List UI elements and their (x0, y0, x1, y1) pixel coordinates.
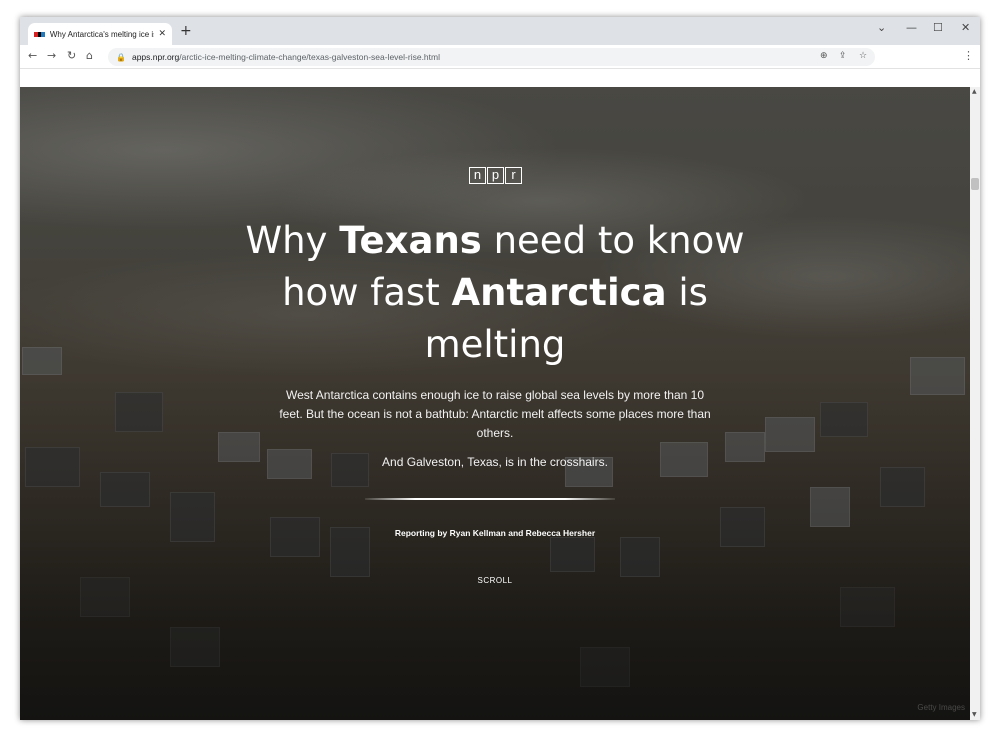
npr-favicon-icon (34, 31, 45, 37)
browser-tab[interactable]: Why Antarctica's melting ice is a... ✕ (28, 23, 172, 45)
page-title: Why Texans need to know how fast Antarct… (245, 219, 745, 366)
page-content: n p r Why Texans need to know how fast A… (20, 87, 970, 720)
npr-logo-letter: n (469, 167, 486, 184)
npr-logo[interactable]: n p r (469, 167, 523, 184)
npr-logo-letter: p (487, 167, 504, 184)
reload-icon[interactable]: ↻ (67, 49, 76, 62)
close-window-icon[interactable]: ✕ (961, 21, 970, 34)
article-dek: West Antarctica contains enough ice to r… (279, 388, 711, 440)
tab-search-icon[interactable]: ⌄ (877, 21, 886, 34)
browser-window: Why Antarctica's melting ice is a... ✕ +… (20, 17, 980, 720)
close-tab-icon[interactable]: ✕ (158, 29, 166, 39)
minimize-icon[interactable]: — (906, 21, 917, 34)
scroll-up-arrow-icon[interactable]: ▲ (972, 88, 977, 95)
bookmark-star-icon[interactable]: ☆ (859, 51, 867, 61)
share-icon[interactable]: ⇪ (839, 51, 847, 61)
menu-icon[interactable]: ⋮ (963, 49, 974, 62)
back-icon[interactable]: ← (28, 49, 37, 62)
photo-credit: Getty Images (917, 703, 965, 712)
page-scrollbar[interactable]: ▲ ▼ (970, 87, 980, 720)
scroll-down-arrow-icon[interactable]: ▼ (972, 711, 977, 718)
new-tab-button[interactable]: + (180, 24, 192, 38)
byline: Reporting by Ryan Kellman and Rebecca He… (394, 528, 596, 538)
scroll-prompt[interactable]: SCROLL (445, 576, 545, 585)
divider (365, 498, 615, 500)
maximize-icon[interactable]: ☐ (933, 21, 943, 34)
home-icon[interactable]: ⌂ (86, 49, 93, 62)
article-dek-secondary: And Galveston, Texas, is in the crosshai… (382, 455, 608, 469)
forward-icon[interactable]: → (47, 49, 56, 62)
zoom-icon[interactable]: ⊕ (820, 51, 828, 61)
npr-logo-letter: r (505, 167, 522, 184)
browser-toolbar: ← → ↻ ⌂ 🔒 apps.npr.org/arctic-ice-meltin… (20, 45, 980, 69)
tab-title: Why Antarctica's melting ice is a... (49, 29, 155, 39)
url-text: apps.npr.org/arctic-ice-melting-climate-… (131, 52, 440, 62)
scrollbar-thumb[interactable] (971, 178, 979, 190)
title-bar: Why Antarctica's melting ice is a... ✕ +… (20, 17, 980, 45)
lock-icon[interactable]: 🔒 (116, 53, 126, 62)
address-bar[interactable]: 🔒 apps.npr.org/arctic-ice-melting-climat… (108, 48, 875, 66)
